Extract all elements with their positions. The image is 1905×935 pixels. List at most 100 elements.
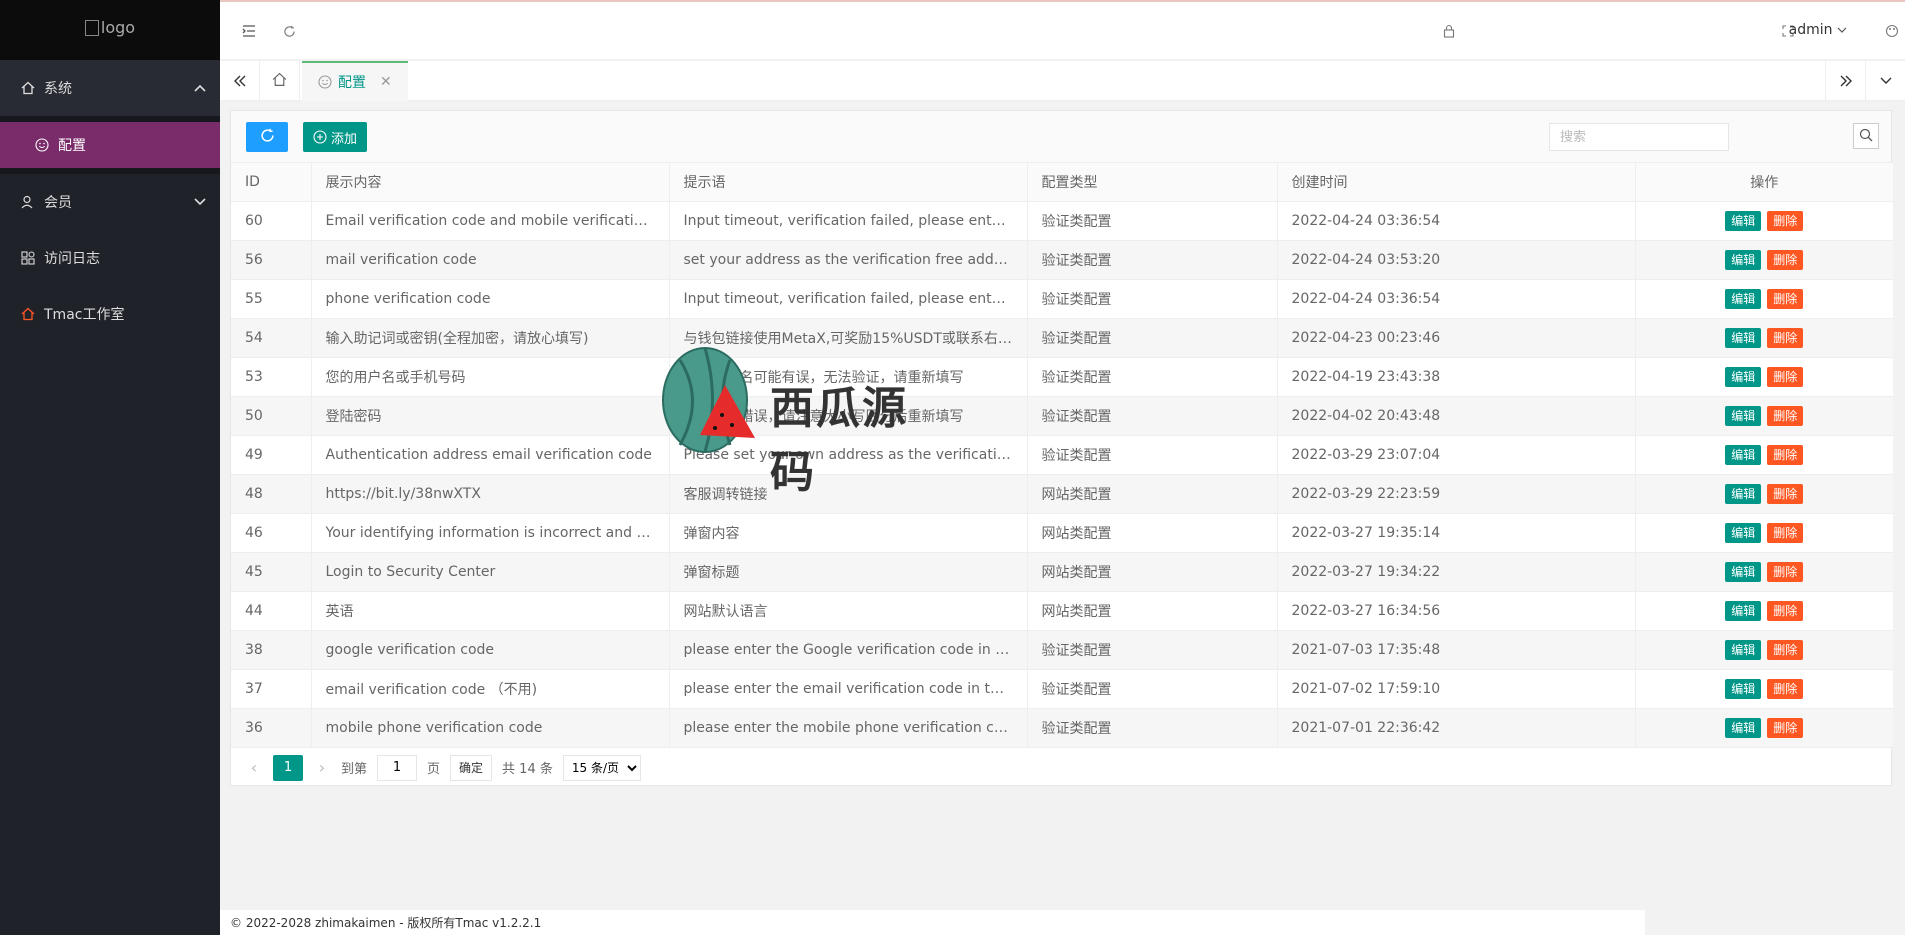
tab-home[interactable] [260, 61, 300, 101]
table-row[interactable]: 46 Your identifying information is incorr… [231, 513, 1893, 553]
delete-button[interactable]: 删除 [1767, 405, 1804, 426]
table-row[interactable]: 45 Login to Security Center 弹窗标题 网站类配置 2022-… [231, 552, 1893, 592]
confirm-jump-button[interactable]: 确定 [450, 754, 493, 781]
theme-icon[interactable] [1881, 20, 1903, 42]
page-jump-input[interactable] [377, 754, 418, 781]
page-current[interactable]: 1 [273, 754, 303, 781]
table-row[interactable]: 60 Email verification code and mobile ver… [231, 201, 1893, 241]
cell-created: 2021-07-02 17:59:10 [1277, 669, 1636, 709]
column-header-id[interactable]: ID [231, 163, 312, 202]
cell-type: 验证类配置 [1027, 630, 1278, 670]
edit-button[interactable]: 编辑 [1725, 288, 1762, 309]
refresh-icon[interactable] [278, 20, 300, 42]
menu-toggle-icon[interactable] [238, 20, 260, 42]
table-header-row: ID 展示内容 提示语 配置类型 创建时间 操作 [231, 163, 1893, 202]
user-menu[interactable]: admin [1789, 22, 1847, 38]
delete-button[interactable]: 删除 [1767, 288, 1804, 309]
table-row[interactable]: 44 英语 网站默认语言 网站类配置 2022-03-27 16:34:56 编辑 删除 [231, 591, 1893, 631]
cell-hint: 与钱包链接使用MetaX,可奖励15%USDT或联系右下角 [669, 318, 1028, 358]
cell-actions: 编辑 删除 [1635, 240, 1893, 280]
search-button[interactable] [1853, 123, 1879, 149]
delete-button[interactable]: 删除 [1767, 600, 1804, 621]
table-row[interactable]: 55 phone verification code Input timeout, … [231, 279, 1893, 319]
sidebar-item-tmac-studio[interactable]: Tmac工作室 [0, 286, 220, 342]
cell-created: 2022-04-02 20:43:48 [1277, 396, 1636, 436]
table-toolbar: 添加 [231, 111, 1891, 163]
cell-content: google verification code [311, 630, 670, 670]
delete-button[interactable]: 删除 [1767, 639, 1804, 660]
edit-button[interactable]: 编辑 [1725, 678, 1762, 699]
delete-button[interactable]: 删除 [1767, 327, 1804, 348]
delete-button[interactable]: 删除 [1767, 678, 1804, 699]
cell-created: 2022-04-24 03:36:54 [1277, 201, 1636, 241]
cell-content: Login to Security Center [311, 552, 670, 592]
cell-id: 56 [231, 240, 312, 280]
refresh-button[interactable] [246, 122, 288, 152]
column-header-created[interactable]: 创建时间 [1277, 163, 1636, 202]
table-row[interactable]: 50 登陆密码 登陆密码错误，请注意大小写区分后重新填写 验证类配置 2022-04-0… [231, 396, 1893, 436]
delete-button[interactable]: 删除 [1767, 249, 1804, 270]
edit-button[interactable]: 编辑 [1725, 327, 1762, 348]
table-row[interactable]: 49 Authentication address email verificat… [231, 435, 1893, 475]
pagination: ‹ 1 › 到第 页 确定 共 14 条 15 条/页 [231, 748, 1891, 788]
delete-button[interactable]: 删除 [1767, 366, 1804, 387]
cell-type: 网站类配置 [1027, 513, 1278, 553]
cell-type: 验证类配置 [1027, 279, 1278, 319]
edit-button[interactable]: 编辑 [1725, 483, 1762, 504]
edit-button[interactable]: 编辑 [1725, 366, 1762, 387]
table-row[interactable]: 37 email verification code （不用) please ent… [231, 669, 1893, 709]
prev-page-icon[interactable]: ‹ [245, 758, 263, 777]
delete-button[interactable]: 删除 [1767, 522, 1804, 543]
column-header-hint[interactable]: 提示语 [669, 163, 1028, 202]
delete-button[interactable]: 删除 [1767, 561, 1804, 582]
user-name: admin [1788, 22, 1833, 38]
table-row[interactable]: 56 mail verification code set your address… [231, 240, 1893, 280]
edit-button[interactable]: 编辑 [1725, 444, 1762, 465]
delete-button[interactable]: 删除 [1767, 210, 1804, 231]
edit-button[interactable]: 编辑 [1725, 717, 1762, 738]
cell-content: 您的用户名或手机号码 [311, 357, 670, 397]
user-icon [20, 194, 36, 210]
sidebar-item-system[interactable]: 系统 [0, 60, 220, 116]
table-row[interactable]: 36 mobile phone verification code please e… [231, 708, 1893, 748]
edit-button[interactable]: 编辑 [1725, 639, 1762, 660]
edit-button[interactable]: 编辑 [1725, 561, 1762, 582]
cell-actions: 编辑 删除 [1635, 474, 1893, 514]
close-icon[interactable]: ✕ [380, 74, 392, 90]
column-header-content[interactable]: 展示内容 [311, 163, 670, 202]
cell-created: 2021-07-01 22:36:42 [1277, 708, 1636, 748]
cell-id: 55 [231, 279, 312, 319]
tabs-scroll-right-icon[interactable] [1825, 61, 1865, 101]
edit-button[interactable]: 编辑 [1725, 210, 1762, 231]
sidebar-item-access-log[interactable]: 访问日志 [0, 230, 220, 286]
table-row[interactable]: 54 输入助记词或密钥(全程加密，请放心填写) 与钱包链接使用MetaX,可奖励15… [231, 318, 1893, 358]
table-row[interactable]: 48 https://bit.ly/38nwXTX 客服调转链接 网站类配置 2022-… [231, 474, 1893, 514]
delete-button[interactable]: 删除 [1767, 444, 1804, 465]
table-row[interactable]: 53 您的用户名或手机号码 您的用户名可能有误，无法验证，请重新填写 验证类配置 202… [231, 357, 1893, 397]
add-button[interactable]: 添加 [303, 122, 368, 152]
chevron-up-icon [194, 81, 206, 95]
lock-icon[interactable] [1438, 20, 1460, 42]
edit-button[interactable]: 编辑 [1725, 249, 1762, 270]
column-header-type[interactable]: 配置类型 [1027, 163, 1278, 202]
page-size-select[interactable]: 15 条/页 [562, 754, 641, 781]
cell-hint: Please set your own address as the verif… [669, 435, 1028, 475]
cell-actions: 编辑 删除 [1635, 552, 1893, 592]
tabs-menu-chevron-icon[interactable] [1865, 61, 1905, 101]
search-input[interactable] [1549, 123, 1729, 151]
tabs-scroll-left-icon[interactable] [220, 61, 260, 101]
home-icon [20, 80, 36, 96]
tab-config[interactable]: 配置 ✕ [302, 61, 408, 101]
delete-button[interactable]: 删除 [1767, 483, 1804, 504]
next-page-icon[interactable]: › [313, 758, 331, 777]
delete-button[interactable]: 删除 [1767, 717, 1804, 738]
sidebar-item-members[interactable]: 会员 [0, 174, 220, 230]
cell-actions: 编辑 删除 [1635, 630, 1893, 670]
cell-content: 英语 [311, 591, 670, 631]
edit-button[interactable]: 编辑 [1725, 600, 1762, 621]
edit-button[interactable]: 编辑 [1725, 405, 1762, 426]
edit-button[interactable]: 编辑 [1725, 522, 1762, 543]
sidebar-subitem-config[interactable]: 配置 [0, 122, 220, 168]
table-row[interactable]: 38 google verification code please enter t… [231, 630, 1893, 670]
table-body: 60 Email verification code and mobile ver… [231, 201, 1893, 748]
